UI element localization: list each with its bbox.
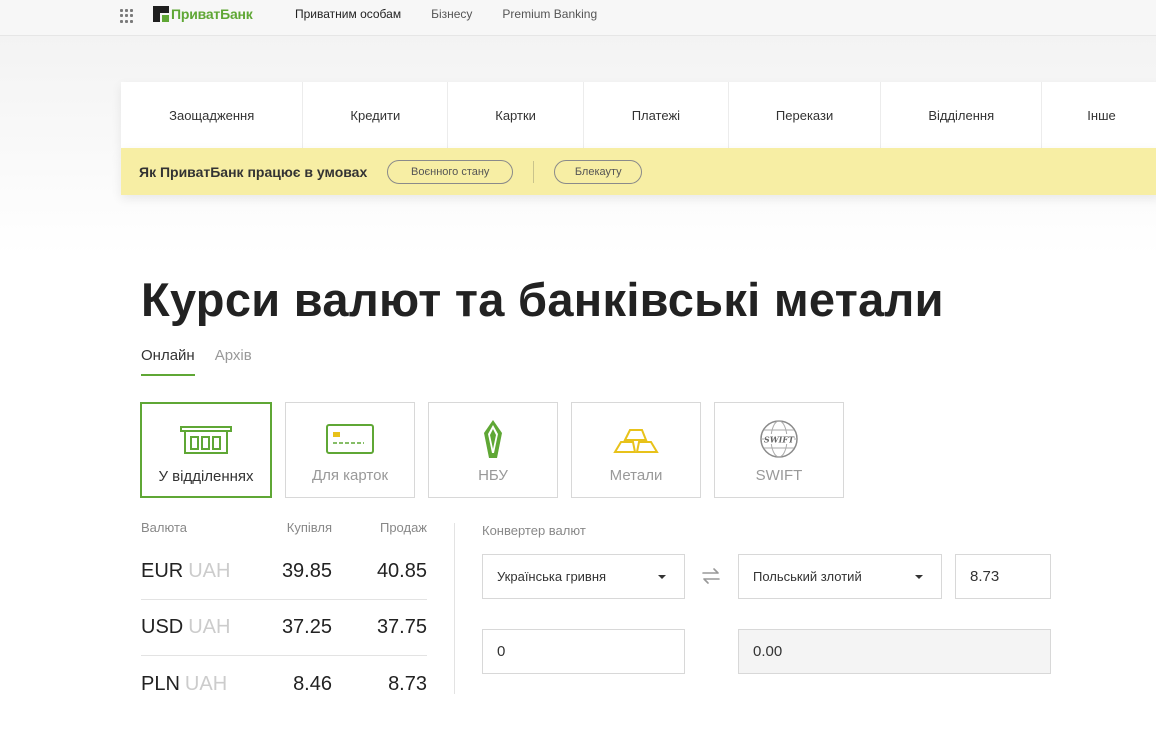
top-header: ПриватБанк Приватним особам Бізнесу Prem… <box>0 0 1156 42</box>
currency-code: PLN <box>141 672 180 695</box>
header-sell: Продаж <box>379 520 427 535</box>
converted-amount-value: 0.00 <box>753 643 783 660</box>
category-credits[interactable]: Кредити <box>303 82 449 148</box>
base-currency: UAH <box>184 672 228 695</box>
rate-type-cards: У відділеннях Для карток НБУ Метали SWIF… <box>140 402 857 498</box>
tab-online[interactable]: Онлайн <box>141 347 195 376</box>
to-currency-select[interactable]: Польський злотий <box>738 554 942 599</box>
privatbank-logo[interactable]: ПриватБанк <box>153 6 253 22</box>
rate-type-label: Метали <box>609 467 663 484</box>
rates-table: Валюта Купівля Продаж EUR UAH 39.85 40.85… <box>141 520 427 712</box>
logo-text: ПриватБанк <box>171 6 253 22</box>
rate-type-nbu[interactable]: НБУ <box>428 402 558 498</box>
rate-type-label: НБУ <box>478 467 508 484</box>
rate-type-label: У відділеннях <box>158 468 254 485</box>
category-payments[interactable]: Платежі <box>584 82 729 148</box>
rate-type-metals[interactable]: Метали <box>571 402 701 498</box>
sell-rate: 8.73 <box>388 672 427 695</box>
privatbank-logo-icon <box>153 6 169 22</box>
header-buy: Купівля <box>286 520 332 535</box>
currency-code: EUR <box>141 560 184 582</box>
amount-input[interactable]: 0 <box>482 629 685 674</box>
category-cards[interactable]: Картки <box>448 82 584 148</box>
rate-type-branches[interactable]: У відділеннях <box>140 402 272 498</box>
wartime-banner: Як ПриватБанк працює в умовах Воєнного с… <box>121 148 1156 195</box>
nav-premium-banking[interactable]: Premium Banking <box>502 0 597 36</box>
apps-grid-icon[interactable] <box>120 9 134 23</box>
buy-rate: 37.25 <box>281 616 332 638</box>
exchange-rate-value: 8.73 <box>970 568 1000 585</box>
rate-type-label: SWIFT <box>755 467 803 484</box>
chevron-down-icon <box>658 575 666 579</box>
table-row: EUR UAH 39.85 40.85 <box>141 544 427 600</box>
rates-table-header: Валюта Купівля Продаж <box>141 520 427 544</box>
currency-code: USD <box>141 616 184 638</box>
table-row: USD UAH 37.25 37.75 <box>141 600 427 656</box>
tab-archive[interactable]: Архів <box>215 347 252 374</box>
category-transfers[interactable]: Перекази <box>729 82 882 148</box>
category-other[interactable]: Інше <box>1042 82 1156 148</box>
exchange-rate-field[interactable]: 8.73 <box>955 554 1051 599</box>
base-currency: UAH <box>188 560 231 582</box>
swift-icon: SWIFT <box>759 420 799 458</box>
sell-rate: 40.85 <box>376 560 427 582</box>
converted-amount-field: 0.00 <box>738 629 1051 674</box>
table-row: PLN UAH 8.46 8.73 <box>141 656 427 712</box>
buy-rate: 8.46 <box>293 672 332 695</box>
amount-input-value: 0 <box>497 643 506 660</box>
metals-icon <box>613 421 659 457</box>
category-branches[interactable]: Відділення <box>881 82 1043 148</box>
banner-text: Як ПриватБанк працює в умовах <box>139 163 368 180</box>
base-currency: UAH <box>188 616 231 638</box>
header-currency: Валюта <box>141 520 187 535</box>
branch-icon <box>180 422 232 458</box>
sell-rate: 37.75 <box>376 616 427 638</box>
rate-type-cards-rate[interactable]: Для карток <box>285 402 415 498</box>
page-title: Курси валют та банківські метали <box>141 273 944 326</box>
chevron-down-icon <box>915 575 923 579</box>
rate-type-label: Для карток <box>311 467 389 484</box>
from-currency-value: Українська гривня <box>497 569 607 584</box>
blackout-button[interactable]: Блекауту <box>554 159 643 184</box>
rate-type-swift[interactable]: SWIFT SWIFT <box>714 402 844 498</box>
nav-business[interactable]: Бізнесу <box>431 0 472 36</box>
card-icon <box>326 421 374 457</box>
top-nav: Приватним особам Бізнесу Premium Banking <box>288 0 627 42</box>
category-savings[interactable]: Заощадження <box>121 82 304 148</box>
nav-private-persons[interactable]: Приватним особам <box>288 0 408 42</box>
section-divider <box>454 523 455 694</box>
buy-rate: 39.85 <box>281 560 332 582</box>
converter-label: Конвертер валют <box>482 523 586 538</box>
nbu-icon <box>480 420 506 458</box>
rates-tabs: Онлайн Архів <box>141 347 272 376</box>
svg-text:SWIFT: SWIFT <box>764 435 795 445</box>
from-currency-select[interactable]: Українська гривня <box>482 554 685 599</box>
to-currency-value: Польський злотий <box>753 569 862 584</box>
martial-law-button[interactable]: Воєнного стану <box>387 159 514 184</box>
category-menu: Заощадження Кредити Картки Платежі Перек… <box>121 82 1156 148</box>
swap-icon[interactable] <box>700 565 722 587</box>
banner-divider <box>533 160 535 183</box>
